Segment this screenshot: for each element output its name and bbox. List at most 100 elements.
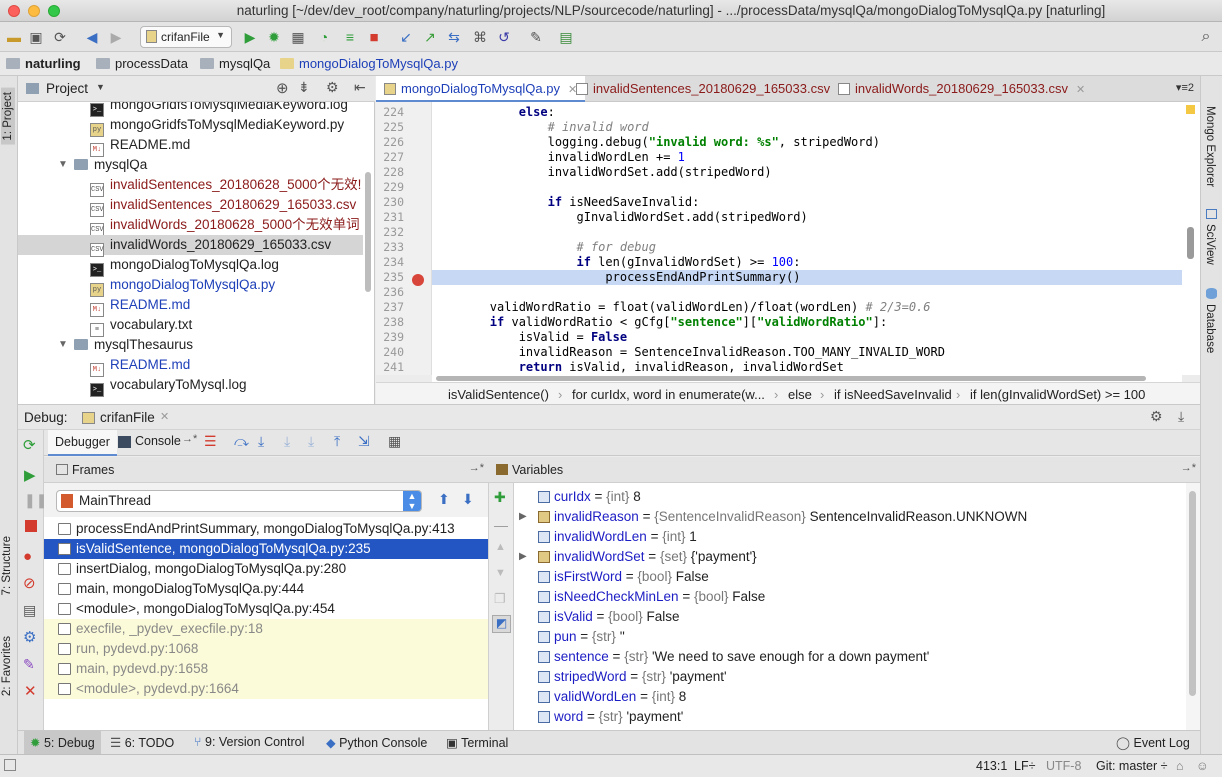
resume-icon[interactable]: ▶ <box>24 466 36 484</box>
variable-row[interactable]: isValid = {bool} False <box>514 607 1186 627</box>
tree-item[interactable]: M↓ README.md <box>18 355 363 377</box>
tree-item[interactable]: CSV invalidSentences_20180628_5000个无效! <box>18 175 363 197</box>
show-watches-icon[interactable]: ◩ <box>492 615 511 633</box>
hide-panel-icon[interactable]: ⇤ <box>354 79 366 96</box>
variable-row[interactable]: sentence = {str} 'We need to save enough… <box>514 647 1186 667</box>
gear-icon[interactable]: ⚙ <box>326 79 339 96</box>
debug-session-tab[interactable]: crifanFile <box>100 410 155 425</box>
rerun-icon[interactable]: ⟳ <box>23 436 36 454</box>
mute-breakpoints-icon[interactable]: ⊘ <box>23 574 36 592</box>
code-line[interactable]: # invalid word <box>432 120 1182 135</box>
code-crumb[interactable]: if len(gInvalidWordSet) >= 100 <box>970 387 1145 402</box>
tool-tab-database[interactable]: Database <box>1204 304 1216 353</box>
tool-tab-terminal[interactable]: ▣ Terminal <box>446 735 508 750</box>
tool-tab-structure[interactable]: 7: Structure <box>1 536 13 595</box>
thread-select[interactable]: MainThread ▲ ▼ <box>56 490 422 512</box>
code-line[interactable]: invalidReason = SentenceInvalidReason.TO… <box>432 345 1182 360</box>
variable-row[interactable]: validWordLen = {int} 8 <box>514 687 1186 707</box>
variables-scrollbar-thumb[interactable] <box>1189 491 1196 696</box>
line-separator[interactable]: LF÷ <box>1014 759 1035 773</box>
variable-row[interactable]: ▶ invalidReason = {SentenceInvalidReason}… <box>514 507 1186 527</box>
variables-scrollbar[interactable] <box>1186 483 1200 730</box>
stack-frame[interactable]: processEndAndPrintSummary, mongoDialogTo… <box>44 519 488 539</box>
profile-icon[interactable]: ◔ <box>314 27 334 47</box>
close-window-button[interactable] <box>8 5 20 17</box>
code-crumb[interactable]: else <box>788 387 812 402</box>
tool-tab-event-log[interactable]: ◯ Event Log <box>1116 735 1190 750</box>
variable-row[interactable]: isNeedCheckMinLen = {bool} False <box>514 587 1186 607</box>
breadcrumb-file[interactable]: mongoDialogToMysqlQa.py <box>280 56 458 71</box>
tool-tab-mongo-explorer[interactable]: Mongo Explorer <box>1204 106 1216 187</box>
code-line[interactable]: if len(gInvalidWordSet) >= 100: <box>432 255 1182 270</box>
breadcrumb-mysqlqa[interactable]: mysqlQa <box>200 56 270 71</box>
close-icon[interactable]: ✕ <box>24 682 37 700</box>
expand-arrow-icon[interactable]: ▶ <box>519 507 527 527</box>
code-line[interactable]: invalidWordSet.add(stripedWord) <box>432 165 1182 180</box>
tree-item[interactable]: ≡ vocabulary.txt <box>18 315 363 337</box>
next-frame-icon[interactable]: ⬇ <box>462 491 474 508</box>
step-out-icon[interactable]: ⤒ <box>334 433 340 450</box>
tree-scrollbar[interactable] <box>365 172 371 292</box>
code-line[interactable]: else: <box>432 105 1182 120</box>
tab-debugger[interactable]: Debugger <box>48 430 117 456</box>
code-line[interactable]: invalidWordLen += 1 <box>432 150 1182 165</box>
settings-icon[interactable]: ⚙ <box>23 628 36 646</box>
tree-item[interactable]: py mongoGridfsToMysqlMediaKeyword.py <box>18 115 363 137</box>
vcs-update-icon[interactable]: ↙ <box>396 27 416 47</box>
run-icon[interactable]: ▶ <box>240 27 260 47</box>
code-line[interactable]: if validWordRatio < gCfg["sentence"]["va… <box>432 315 1182 330</box>
editor-error-stripe[interactable] <box>1182 102 1200 375</box>
code-line[interactable]: processEndAndPrintSummary() <box>432 270 1182 285</box>
force-step-into-icon[interactable]: ⤓ <box>308 433 314 450</box>
project-panel-title[interactable]: Project <box>46 81 88 96</box>
tool-tab-python-console[interactable]: ◆ Python Console <box>326 735 427 750</box>
tree-item[interactable]: >_ mongoDialogToMysqlQa.log <box>18 255 363 277</box>
scroll-from-source-icon[interactable]: ⊕ <box>276 79 289 97</box>
vcs-commit-icon[interactable]: ↗ <box>420 27 440 47</box>
code-line[interactable]: isValid = False <box>432 330 1182 345</box>
stack-frame[interactable]: <module>, mongoDialogToMysqlQa.py:454 <box>44 599 488 619</box>
code-line[interactable]: if isNeedSaveInvalid: <box>432 195 1182 210</box>
code-crumb[interactable]: if isNeedSaveInvalid <box>834 387 952 402</box>
expand-arrow-icon[interactable]: ▼ <box>58 155 70 175</box>
tree-item[interactable]: CSV invalidWords_20180628_5000个无效单词 <box>18 215 363 237</box>
git-branch[interactable]: Git: master ÷ <box>1096 759 1167 773</box>
stack-frame[interactable]: insertDialog, mongoDialogToMysqlQa.py:28… <box>44 559 488 579</box>
editor-tab[interactable]: invalidWords_20180629_165033.csv ✕ <box>830 76 1093 102</box>
view-breakpoints-icon[interactable]: ● <box>23 548 32 565</box>
code-line[interactable]: gInvalidWordSet.add(stripedWord) <box>432 210 1182 225</box>
code-line[interactable]: validWordRatio = float(validWordLen)/flo… <box>432 300 1182 315</box>
file-encoding[interactable]: UTF-8 <box>1046 759 1081 773</box>
tool-tab-favorites[interactable]: 2: Favorites <box>1 636 13 696</box>
code-line[interactable]: return isValid, invalidReason, invalidWo… <box>432 360 1182 375</box>
code-line[interactable]: # for debug <box>432 240 1182 255</box>
minimize-window-button[interactable] <box>28 5 40 17</box>
stack-frame[interactable]: execfile, _pydev_execfile.py:18 <box>44 619 488 639</box>
tool-tab-debug[interactable]: ✹ 5: Debug <box>24 731 101 755</box>
variable-row[interactable]: isFirstWord = {bool} False <box>514 567 1186 587</box>
tool-tab-project[interactable]: 1: Project <box>1 88 15 145</box>
tree-item[interactable]: py mongoDialogToMysqlQa.py <box>18 275 363 297</box>
stack-frame[interactable]: main, mongoDialogToMysqlQa.py:444 <box>44 579 488 599</box>
editor-horizontal-scroll[interactable] <box>432 375 1182 382</box>
editor-tab[interactable]: mongoDialogToMysqlQa.py ✕ <box>376 76 586 102</box>
tool-tab-sciview[interactable]: SciView <box>1204 224 1216 265</box>
code-line[interactable] <box>432 180 1182 195</box>
vcs-history-icon[interactable]: ⌘ <box>470 27 490 47</box>
lock-icon[interactable]: ⌂ <box>1176 759 1184 773</box>
tree-item[interactable]: CSV invalidSentences_20180629_165033.csv <box>18 195 363 217</box>
inspector-icon[interactable]: ☺ <box>1196 759 1209 773</box>
step-into-my-code-icon[interactable]: ⤓ <box>284 433 290 450</box>
code-line[interactable] <box>432 225 1182 240</box>
horizontal-scrollbar-thumb[interactable] <box>436 376 1146 381</box>
move-up-icon[interactable]: ▲ <box>495 541 506 553</box>
expand-arrow-icon[interactable]: ▼ <box>58 335 70 355</box>
tree-item[interactable]: M↓ README.md <box>18 295 363 317</box>
search-everywhere-icon[interactable]: ⌕ <box>1196 27 1216 47</box>
stop-icon[interactable] <box>25 520 37 532</box>
tool-tab-todo[interactable]: ☰ 6: TODO <box>110 735 174 750</box>
tree-item[interactable]: ▼ mysqlThesaurus <box>18 335 363 355</box>
evaluate-expression-icon[interactable]: ▦ <box>388 433 401 450</box>
stack-frame[interactable]: run, pydevd.py:1068 <box>44 639 488 659</box>
new-watch-icon[interactable]: ✚ <box>494 489 506 506</box>
